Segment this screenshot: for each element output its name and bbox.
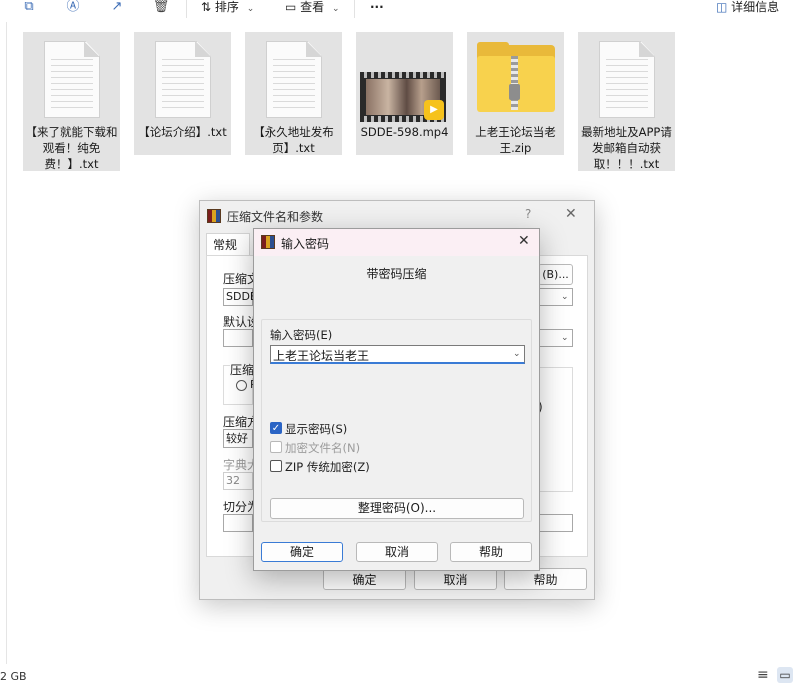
file-name: 上老王论坛当老王.zip bbox=[475, 125, 556, 155]
text-lines bbox=[51, 54, 93, 112]
view-button[interactable]: ▭ 查看 ⌄ bbox=[285, 0, 340, 16]
help-icon[interactable]: ? bbox=[525, 207, 531, 221]
tab-general[interactable]: 常规 bbox=[206, 233, 250, 255]
password-input[interactable]: 上老王论坛当老王 ⌄ bbox=[270, 345, 525, 364]
split-volumes-field[interactable] bbox=[223, 514, 253, 532]
sort-icon: ⇅ bbox=[201, 0, 212, 14]
ok-button[interactable]: 确定 bbox=[261, 542, 343, 562]
close-icon[interactable]: ✕ bbox=[565, 206, 577, 222]
show-password-checkbox[interactable]: ✓ bbox=[270, 422, 282, 434]
dialog-title: 压缩文件名和参数 bbox=[227, 210, 324, 224]
file-item[interactable]: ▶ SDDE-598.mp4 bbox=[356, 32, 453, 155]
ok-button[interactable]: 确定 bbox=[323, 568, 406, 590]
help-button[interactable]: 帮助 bbox=[450, 542, 532, 562]
winrar-icon bbox=[261, 235, 275, 249]
text-lines bbox=[606, 54, 648, 112]
player-badge-icon: ▶ bbox=[424, 100, 444, 120]
password-value: 上老王论坛当老王 bbox=[273, 349, 370, 363]
zipper-pull bbox=[509, 84, 520, 100]
dictionary-size-field[interactable]: 32 bbox=[223, 472, 253, 490]
navigation-pane-edge bbox=[0, 22, 7, 664]
file-name: 【永久地址发布页】.txt bbox=[253, 125, 334, 155]
file-item[interactable]: 【论坛介绍】.txt bbox=[134, 32, 231, 155]
page-fold bbox=[195, 41, 211, 57]
tiles-view-icon[interactable]: ▭ bbox=[777, 667, 793, 683]
film-strip-top bbox=[360, 72, 446, 78]
profile-field[interactable] bbox=[223, 329, 253, 347]
show-password-label: 显示密码(S) bbox=[285, 422, 348, 436]
page-fold bbox=[639, 41, 655, 57]
toolbar-divider bbox=[354, 0, 355, 18]
format-radio[interactable] bbox=[236, 380, 247, 391]
browse-button[interactable]: (B)... bbox=[538, 264, 573, 285]
encrypt-filenames-checkbox[interactable] bbox=[270, 441, 282, 453]
chevron-down-icon: ⌄ bbox=[561, 333, 569, 343]
free-space-status: 2 GB bbox=[0, 670, 27, 683]
archive-format-label: 压缩 bbox=[230, 361, 255, 378]
file-name: SDDE-598.mp4 bbox=[360, 125, 449, 139]
view-icon: ▭ bbox=[285, 0, 297, 14]
dialog-subtitle: 带密码压缩 bbox=[366, 267, 427, 281]
encrypt-filenames-label: 加密文件名(N) bbox=[285, 441, 361, 455]
zip-legacy-encryption-label: ZIP 传统加密(Z) bbox=[285, 460, 370, 474]
file-item[interactable]: 【来了就能下载和观看！纯免费！】.txt bbox=[23, 32, 120, 171]
page-fold bbox=[84, 41, 100, 57]
file-item[interactable]: 最新地址及APP请发邮箱自动获取！！！.txt bbox=[578, 32, 675, 171]
zipper bbox=[511, 56, 518, 110]
rename-icon[interactable]: Ⓐ bbox=[64, 0, 82, 16]
text-lines bbox=[273, 54, 315, 112]
list-view-icon[interactable]: ≡ bbox=[757, 667, 769, 683]
chevron-down-icon[interactable]: ⌄ bbox=[513, 349, 521, 359]
sort-button[interactable]: ⇅ 排序 ⌄ bbox=[201, 0, 254, 16]
close-icon[interactable]: ✕ bbox=[518, 233, 530, 249]
organize-passwords-button[interactable]: 整理密码(O)... bbox=[270, 498, 524, 519]
password-label: 输入密码(E) bbox=[270, 328, 333, 342]
cancel-button[interactable]: 取消 bbox=[414, 568, 497, 590]
details-label: 详细信息 bbox=[731, 0, 780, 14]
archive-name-combo-end[interactable]: ⌄ bbox=[538, 288, 573, 306]
file-item[interactable]: 上老王论坛当老王.zip bbox=[467, 32, 564, 155]
profile-combo-end[interactable]: ⌄ bbox=[538, 329, 573, 347]
cancel-button[interactable]: 取消 bbox=[356, 542, 438, 562]
page-fold bbox=[306, 41, 322, 57]
more-options-button[interactable]: ··· bbox=[370, 0, 384, 14]
compression-method-field[interactable]: 较好 bbox=[223, 429, 253, 448]
options-group bbox=[538, 367, 573, 492]
toolbar-divider bbox=[186, 0, 187, 18]
file-name: 【来了就能下载和观看！纯免费！】.txt bbox=[25, 125, 118, 171]
delete-icon[interactable]: 🗑 bbox=[152, 0, 170, 16]
details-pane-icon: ◫ bbox=[716, 0, 728, 14]
explorer-toolbar: ⧉ Ⓐ ↗ 🗑 ⇅ 排序 ⌄ ▭ 查看 ⌄ ··· ◫ 详细信息 bbox=[0, 0, 800, 22]
zip-legacy-encryption-checkbox[interactable] bbox=[270, 460, 282, 472]
help-button[interactable]: 帮助 bbox=[504, 568, 587, 590]
copy-icon[interactable]: ⧉ bbox=[20, 0, 38, 16]
split-volumes-unit-field[interactable] bbox=[538, 514, 573, 532]
sort-label: 排序 bbox=[214, 0, 239, 14]
video-file-icon: ▶ bbox=[360, 72, 446, 122]
share-icon[interactable]: ↗ bbox=[108, 0, 126, 16]
archive-name-field[interactable]: SDDE- bbox=[223, 288, 261, 306]
file-item[interactable]: 【永久地址发布页】.txt bbox=[245, 32, 342, 155]
chevron-down-icon: ⌄ bbox=[246, 4, 255, 14]
enter-password-dialog: 输入密码 ✕ 带密码压缩 输入密码(E) 上老王论坛当老王 ⌄ ✓ 显示密码(S… bbox=[253, 228, 540, 571]
chevron-down-icon: ⌄ bbox=[332, 4, 340, 14]
view-label: 查看 bbox=[300, 0, 325, 14]
file-name: 【论坛介绍】.txt bbox=[138, 125, 227, 139]
chevron-down-icon: ⌄ bbox=[561, 292, 569, 302]
file-name: 最新地址及APP请发邮箱自动获取！！！.txt bbox=[581, 125, 672, 171]
dialog-title: 输入密码 bbox=[281, 237, 330, 251]
winrar-icon bbox=[207, 209, 221, 223]
details-pane-button[interactable]: ◫ 详细信息 bbox=[716, 0, 779, 14]
text-lines bbox=[162, 54, 204, 112]
